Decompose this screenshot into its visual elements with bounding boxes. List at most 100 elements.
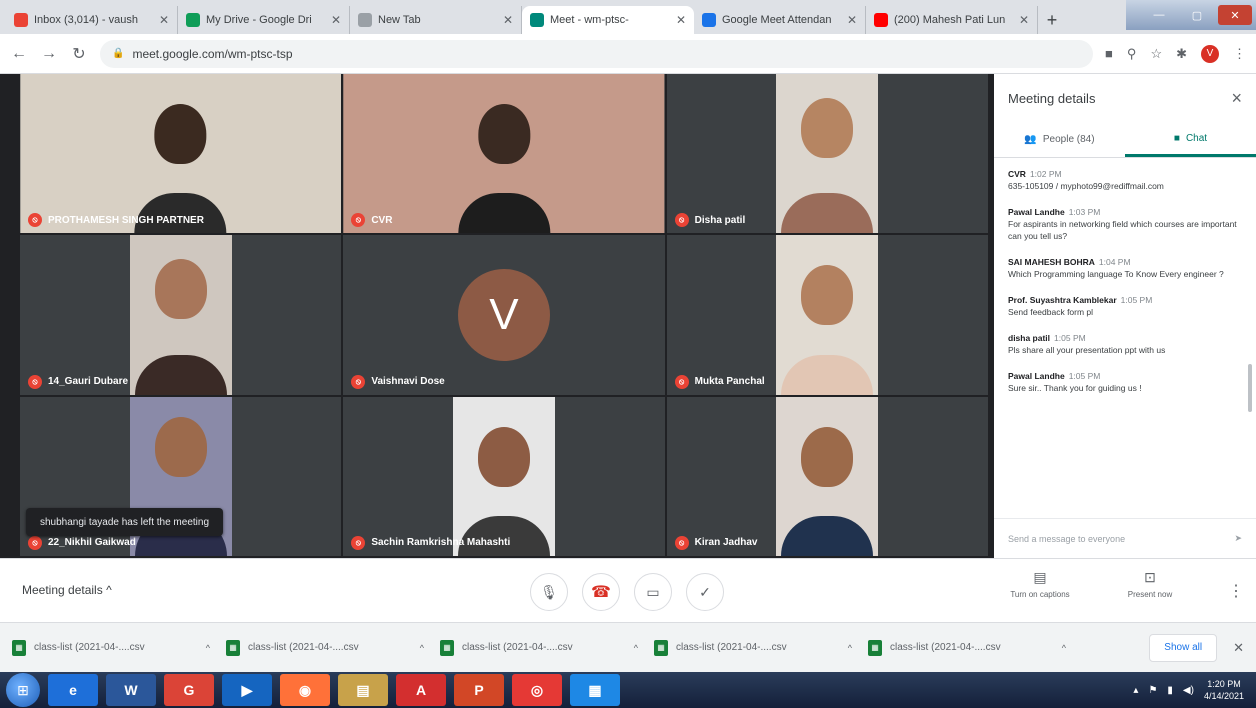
chat-messages[interactable]: CVR 1:02 PM 635-105109 / myphoto99@rediffm… — [994, 158, 1256, 510]
new-tab-button[interactable]: + — [1038, 6, 1066, 34]
close-icon[interactable]: × — [1231, 88, 1242, 109]
close-icon[interactable]: ✕ — [503, 13, 513, 27]
download-filename: class-list (2021-04-....csv — [676, 642, 787, 653]
browser-tab[interactable]: My Drive - Google Dri ✕ — [178, 6, 350, 34]
participant-tile[interactable]: V ⦸ Vaishnavi Dose — [343, 235, 665, 395]
bookmark-star-icon[interactable]: ☆ — [1150, 46, 1162, 62]
reload-icon[interactable]: ↻ — [70, 44, 88, 64]
tray-arrow-icon[interactable]: ▴ — [1133, 685, 1138, 696]
chat-text: 635-105109 / myphoto99@rediffmail.com — [1008, 181, 1164, 191]
meeting-details-toggle[interactable]: Meeting details ^ — [22, 583, 112, 597]
meeting-details-label: Meeting details — [22, 583, 103, 597]
chevron-up-icon[interactable]: ^ — [634, 643, 638, 653]
participant-video — [776, 235, 879, 395]
browser-tab[interactable]: (200) Mahesh Pati Lun ✕ — [866, 6, 1038, 34]
close-icon[interactable]: ✕ — [331, 13, 341, 27]
captions-button[interactable]: ▤ Turn on captions — [1000, 569, 1080, 599]
download-item[interactable]: ▦ class-list (2021-04-....csv ^ — [226, 639, 434, 656]
download-item[interactable]: ▦ class-list (2021-04-....csv ^ — [868, 639, 1076, 656]
check-button[interactable]: ✓ — [686, 573, 724, 611]
notification-toast: shubhangi tayade has left the meeting — [26, 508, 224, 536]
close-icon[interactable]: ✕ — [159, 13, 169, 27]
minimize-icon[interactable]: — — [1142, 5, 1176, 25]
tab-people[interactable]: 👥 People (84) — [994, 122, 1125, 157]
taskbar-app-icon[interactable]: ▦ — [570, 674, 620, 706]
maximize-icon[interactable]: ▢ — [1180, 5, 1214, 25]
participant-tile[interactable]: ⦸ CVR — [343, 74, 665, 234]
participant-tile[interactable]: ⦸ 14_Gauri Dubare — [20, 235, 342, 395]
taskbar-app-icon[interactable]: ◎ — [512, 674, 562, 706]
flag-icon[interactable]: ⚑ — [1148, 685, 1157, 696]
mic-button[interactable]: 🎙 — [530, 573, 568, 611]
browser-tab[interactable]: Inbox (3,014) - vaush ✕ — [6, 6, 178, 34]
chat-input[interactable]: Send a message to everyone ➤ — [994, 518, 1256, 558]
browser-tab-active[interactable]: Meet - wm-ptsc- ✕ — [522, 6, 694, 34]
close-icon[interactable]: ✕ — [1233, 640, 1244, 656]
chevron-up-icon[interactable]: ^ — [420, 643, 424, 653]
new-tab-icon — [358, 13, 372, 27]
csv-file-icon: ▦ — [868, 639, 882, 656]
browser-menu-icon[interactable]: ⋮ — [1233, 46, 1246, 62]
chat-timestamp: 1:05 PM — [1068, 371, 1101, 381]
participant-name-tag: ⦸ Sachin Ramkrishna Mahashti — [351, 535, 510, 550]
profile-avatar[interactable]: V — [1201, 44, 1219, 63]
panel-title: Meeting details — [1008, 90, 1096, 106]
participant-head — [801, 265, 854, 326]
clock[interactable]: 1:20 PM 4/14/2021 — [1204, 678, 1244, 702]
chat-scrollbar[interactable] — [1248, 364, 1252, 412]
meeting-details-panel: Meeting details × 👥 People (84) ■ Chat C… — [994, 74, 1256, 558]
browser-tab[interactable]: New Tab ✕ — [350, 6, 522, 34]
participant-tile[interactable]: ⦸ Sachin Ramkrishna Mahashti — [343, 396, 665, 556]
mic-off-icon: ⦸ — [674, 213, 689, 228]
download-item[interactable]: ▦ class-list (2021-04-....csv ^ — [12, 639, 220, 656]
taskbar-app-icon[interactable]: e — [48, 674, 98, 706]
participant-name: 14_Gauri Dubare — [48, 376, 129, 388]
participant-name-tag: ⦸ Mukta Panchal — [674, 374, 765, 389]
participant-tile[interactable]: ⦸ Kiran Jadhav — [666, 396, 988, 556]
participant-tile[interactable]: ⦸ Mukta Panchal — [666, 235, 988, 395]
zoom-icon[interactable]: ⚲ — [1127, 46, 1137, 62]
camera-button[interactable]: ▭ — [634, 573, 672, 611]
send-icon[interactable]: ➤ — [1234, 533, 1242, 544]
taskbar-app-icon[interactable]: A — [396, 674, 446, 706]
taskbar-app-icon[interactable]: ▤ — [338, 674, 388, 706]
volume-icon[interactable]: ◀) — [1183, 685, 1194, 696]
browser-tab[interactable]: Google Meet Attendan ✕ — [694, 6, 866, 34]
chevron-up-icon[interactable]: ^ — [1062, 643, 1066, 653]
more-options-icon[interactable]: ⋮ — [1228, 581, 1244, 601]
camera-indicator-icon[interactable]: ■ — [1105, 46, 1113, 61]
chevron-up-icon[interactable]: ^ — [848, 643, 852, 653]
back-icon[interactable]: ← — [10, 45, 28, 63]
show-all-button[interactable]: Show all — [1149, 633, 1218, 662]
present-now-button[interactable]: ⊡ Present now — [1110, 569, 1190, 599]
participant-tile[interactable]: ⦸ PROTHAMESH SINGH PARTNER — [20, 74, 342, 234]
mic-off-icon: ⦸ — [674, 535, 689, 550]
download-item[interactable]: ▦ class-list (2021-04-....csv ^ — [654, 639, 862, 656]
close-icon[interactable]: ✕ — [1019, 13, 1029, 27]
close-icon[interactable]: ✕ — [676, 13, 686, 27]
taskbar-app-icon[interactable]: W — [106, 674, 156, 706]
participant-head — [477, 104, 530, 164]
extensions-icon[interactable]: ✱ — [1176, 46, 1187, 62]
taskbar-app-icon[interactable]: G — [164, 674, 214, 706]
window-close-icon[interactable]: ✕ — [1218, 5, 1252, 25]
leave-call-button[interactable]: ☎ — [582, 573, 620, 611]
taskbar-app-icon[interactable]: ◉ — [280, 674, 330, 706]
close-icon[interactable]: ✕ — [847, 13, 857, 27]
network-icon[interactable]: ▮ — [1167, 685, 1173, 696]
chevron-up-icon[interactable]: ^ — [206, 643, 210, 653]
participant-tile[interactable]: ⦸ Disha patil — [666, 74, 988, 234]
address-bar[interactable]: 🔒 meet.google.com/wm-ptsc-tsp — [100, 39, 1094, 68]
tab-chat[interactable]: ■ Chat — [1125, 122, 1256, 157]
taskbar-app-icon[interactable]: ▶ — [222, 674, 272, 706]
taskbar-app-icon[interactable]: P — [454, 674, 504, 706]
chat-sender: Pawal Landhe — [1008, 207, 1065, 217]
captions-icon: ▤ — [1033, 569, 1047, 585]
forward-icon[interactable]: → — [40, 45, 58, 63]
meeting-controls-bar: Meeting details ^ 🎙 ☎ ▭ ✓ ▤ Turn on capt… — [0, 558, 1256, 622]
download-item[interactable]: ▦ class-list (2021-04-....csv ^ — [440, 639, 648, 656]
present-label: Present now — [1127, 590, 1173, 599]
participant-name: Mukta Panchal — [694, 376, 765, 388]
start-button[interactable]: ⊞ — [6, 673, 40, 707]
participant-body — [134, 354, 227, 395]
